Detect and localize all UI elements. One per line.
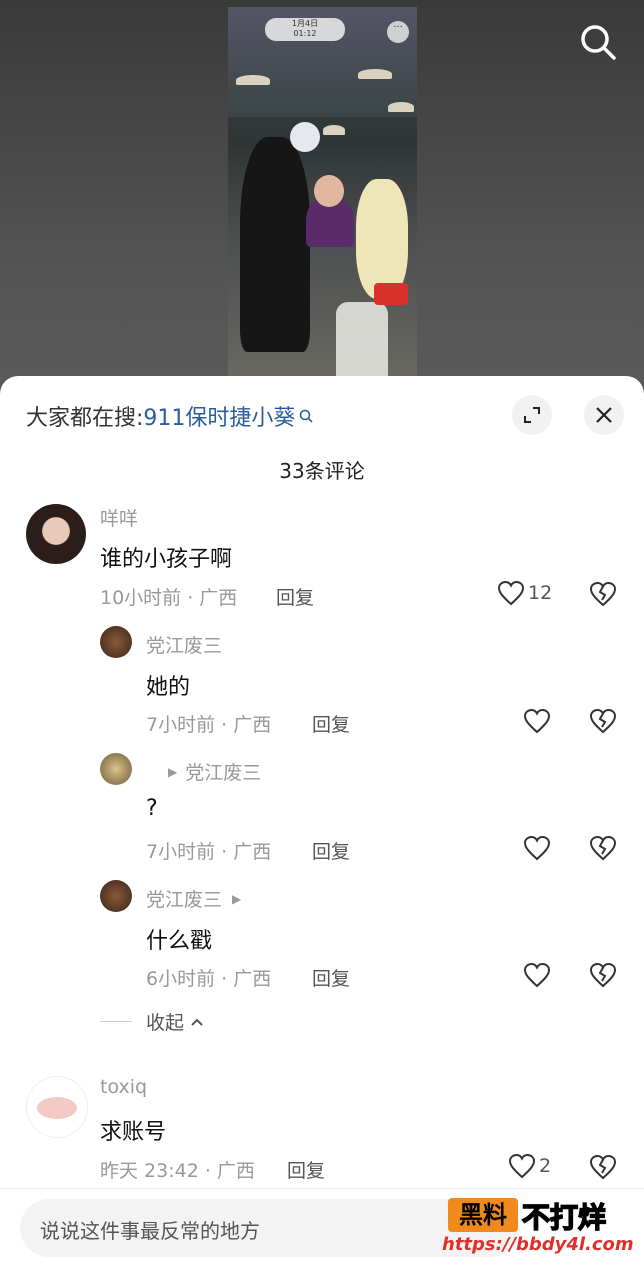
reply-button[interactable]: 回复 — [312, 837, 350, 864]
comment-meta: 7小时前 · 广西 — [146, 841, 272, 863]
video-time: 01:12 — [293, 29, 317, 38]
collapse-divider — [100, 1021, 132, 1022]
comment-count: 33条评论 — [279, 459, 365, 483]
watermark-url: https://bbdy4l.com — [442, 1234, 634, 1255]
avatar-illustration — [37, 1097, 77, 1119]
like-button[interactable]: 2 — [508, 1153, 551, 1179]
comment-username: 党江废三 — [146, 889, 223, 911]
heart-icon[interactable] — [523, 708, 551, 734]
avatar[interactable] — [100, 626, 132, 658]
avatar[interactable] — [26, 1076, 88, 1138]
video-lamp — [236, 75, 270, 85]
expand-icon — [524, 407, 540, 423]
avatar[interactable] — [26, 504, 86, 564]
avatar[interactable] — [100, 753, 132, 785]
reply-target[interactable]: ▶ 党江废三 — [168, 758, 261, 785]
video-lamp — [388, 102, 414, 112]
expand-button[interactable] — [512, 395, 552, 435]
broken-heart-icon[interactable] — [589, 708, 617, 734]
video-person-worker — [240, 137, 310, 352]
watermark: 黑料 不打烊 https://bbdy4l.com — [440, 1192, 640, 1262]
video-lamp — [323, 125, 345, 135]
search-icon[interactable] — [578, 22, 618, 62]
comment-meta: 昨天 23:42 · 广西 — [100, 1160, 255, 1182]
comment-text: 求账号 — [100, 1120, 167, 1145]
search-suggestion-keyword[interactable]: 911保时捷小葵 — [143, 400, 295, 432]
comment-username[interactable]: 咩咩 — [100, 504, 138, 531]
comment-username-row[interactable]: 党江废三 ▶ — [146, 885, 241, 912]
heart-icon — [497, 580, 525, 606]
video-date: 1月4日 — [291, 19, 319, 28]
avatar[interactable] — [100, 880, 132, 912]
play-arrow-icon: ▶ — [232, 891, 242, 906]
heart-icon[interactable] — [523, 835, 551, 861]
video-kid-face — [314, 175, 344, 207]
comment-text: 她的 — [146, 675, 191, 700]
close-button[interactable] — [584, 395, 624, 435]
close-icon — [596, 407, 612, 423]
heart-icon[interactable] — [523, 962, 551, 988]
search-suggestion[interactable]: 大家都在搜: 911保时捷小葵 — [26, 400, 313, 432]
broken-heart-icon[interactable] — [589, 835, 617, 861]
comment-meta: 10小时前 · 广西 — [100, 587, 238, 609]
reply-button[interactable]: 回复 — [312, 964, 350, 991]
comment-username[interactable]: 党江废三 — [146, 631, 222, 658]
like-count: 2 — [539, 1155, 552, 1177]
like-count: 12 — [528, 582, 553, 604]
reply-target-name: 党江废三 — [185, 762, 262, 784]
play-arrow-icon: ▶ — [168, 764, 178, 779]
broken-heart-icon[interactable] — [589, 581, 617, 607]
reply-button[interactable]: 回复 — [276, 583, 314, 610]
comment-text: 谁的小孩子啊 — [100, 547, 233, 572]
video-player[interactable]: 1月4日 01:12 ··· — [228, 7, 417, 392]
video-date-pill: 1月4日 01:12 — [265, 18, 345, 41]
chevron-up-icon — [191, 1018, 203, 1026]
collapse-label: 收起 — [146, 1012, 185, 1034]
video-plush-toy — [356, 179, 408, 299]
search-small-icon — [300, 409, 313, 423]
video-lamp — [358, 69, 392, 79]
heart-icon — [508, 1153, 536, 1179]
comment-username[interactable]: toxiq — [100, 1076, 147, 1098]
watermark-text: 不打烊 — [521, 1200, 607, 1235]
watermark-badge: 黑料 — [448, 1198, 518, 1232]
video-bottle-cap — [374, 283, 408, 305]
comment-meta: 7小时前 · 广西 — [146, 714, 272, 736]
reply-button[interactable]: 回复 — [312, 710, 350, 737]
collapse-replies-button[interactable]: 收起 — [100, 1008, 204, 1035]
broken-heart-icon[interactable] — [589, 1154, 617, 1180]
search-suggestion-prefix: 大家都在搜: — [26, 406, 144, 431]
comment-text: ? — [146, 796, 158, 821]
comment-text: 什么戳 — [146, 929, 213, 954]
comment-sheet — [0, 376, 644, 1280]
comment-meta: 6小时前 · 广西 — [146, 968, 272, 990]
more-icon[interactable]: ··· — [387, 21, 409, 43]
video-worker-cap — [290, 122, 320, 152]
like-button[interactable]: 12 — [497, 580, 552, 606]
reply-button[interactable]: 回复 — [287, 1156, 325, 1183]
comment-input-placeholder: 说说这件事最反常的地方 — [40, 1219, 260, 1243]
broken-heart-icon[interactable] — [589, 962, 617, 988]
